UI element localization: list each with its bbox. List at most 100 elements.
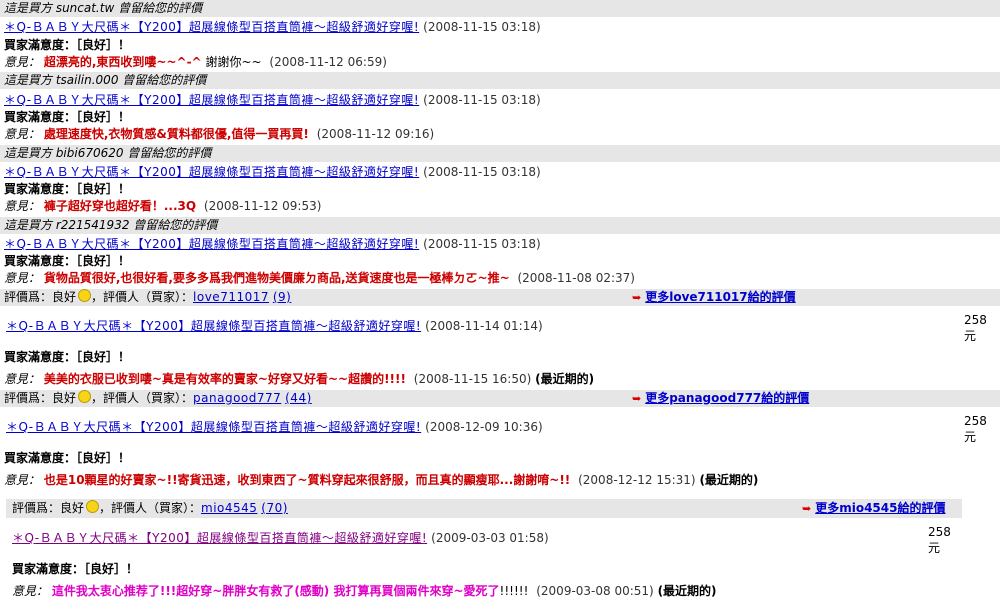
- recent-label: (最近期的): [699, 473, 759, 487]
- buyer-notice: 這是買方 suncat.tw 曾留給您的評價: [0, 0, 1000, 17]
- opinion-text: 這件我太衷心推荐了!!!超好穿~胖胖女有救了(感動) 我打算再買個兩件來穿~愛死…: [51, 584, 500, 598]
- opinion-row: 意見： 處理速度快,衣物質感&質料都很優,值得一買再買! (2008-11-12…: [0, 126, 434, 143]
- rater-label: ，評價人（買家）：: [99, 501, 202, 515]
- price-value: 258: [928, 525, 951, 539]
- price: 258 元: [964, 312, 987, 344]
- opinion-date: (2009-03-08 00:51): [536, 584, 654, 598]
- opinion-row: 意見： 美美的衣服已收到嘍~真是有效率的賣家~好穿又好看~~超讚的!!!! (2…: [0, 371, 594, 388]
- more-ratings[interactable]: ➥ 更多love711017給的評價: [632, 289, 796, 306]
- product-row: ＊Q-ＢＡＢＹ大尺碼＊【Y200】超展線條型百搭直筒褲～超級舒適好穿喔! (200…: [0, 19, 541, 36]
- arrow-icon: ➥: [802, 502, 812, 515]
- rating-bar: 評價爲：良好 ，評價人（買家）：panagood777 (44): [0, 390, 1000, 407]
- more-ratings-link[interactable]: 更多mio4545給的評價: [815, 501, 945, 515]
- satisfaction: 買家滿意度：［良好］！: [4, 451, 131, 465]
- more-ratings[interactable]: ➥ 更多mio4545給的評價: [802, 500, 945, 517]
- product-link[interactable]: ＊Q-ＢＡＢＹ大尺碼＊【Y200】超展線條型百搭直筒褲～超級舒適好穿喔!: [6, 420, 421, 434]
- rater-count-link[interactable]: (70): [261, 501, 288, 515]
- rater-count-link[interactable]: (44): [285, 391, 312, 405]
- smiley-icon: [78, 289, 92, 302]
- satisfaction: 買家滿意度：［良好］！: [4, 350, 131, 364]
- item-date: (2008-11-15 03:18): [423, 93, 541, 107]
- satisfaction: 買家滿意度：［良好］！: [12, 562, 139, 576]
- price: 258 元: [928, 524, 951, 556]
- rating-label: 評價爲：良好: [4, 290, 77, 304]
- opinion-text: 也是10顆星的好賣家~!!寄貨迅速，收到東西了~質料穿起來很舒服，而且真的顯瘦耶…: [43, 473, 571, 487]
- price-value: 258: [964, 414, 987, 428]
- more-ratings-link[interactable]: 更多panagood777給的評價: [645, 391, 809, 405]
- opinion-text: 處理速度快,衣物質感&質料都很優,值得一買再買!: [43, 127, 309, 141]
- opinion-row: 意見： 超漂亮的,東西收到嘍~~^-^ 謝謝你~~ (2008-11-12 06…: [0, 54, 387, 71]
- item-date: (2008-11-15 03:18): [423, 20, 541, 34]
- rater-count-link[interactable]: (9): [273, 290, 292, 304]
- product-link[interactable]: ＊Q-ＢＡＢＹ大尺碼＊【Y200】超展線條型百搭直筒褲～超級舒適好穿喔!: [6, 319, 421, 333]
- product-row: ＊Q-ＢＡＢＹ大尺碼＊【Y200】超展線條型百搭直筒褲～超級舒適好穿喔! (200…: [0, 92, 541, 109]
- satisfaction: 買家滿意度：［良好］！: [4, 254, 131, 268]
- more-ratings[interactable]: ➥ 更多panagood777給的評價: [632, 390, 809, 407]
- item-date: (2008-11-14 01:14): [425, 319, 543, 333]
- product-row: ＊Q-ＢＡＢＹ大尺碼＊【Y200】超展線條型百搭直筒褲～超級舒適好穿喔! (200…: [0, 236, 541, 253]
- opinion-label: 意見：: [12, 584, 49, 598]
- price-unit: 元: [928, 541, 941, 555]
- product-link[interactable]: ＊Q-ＢＡＢＹ大尺碼＊【Y200】超展線條型百搭直筒褲～超級舒適好穿喔!: [12, 531, 427, 545]
- product-link[interactable]: ＊Q-ＢＡＢＹ大尺碼＊【Y200】超展線條型百搭直筒褲～超級舒適好穿喔!: [4, 165, 419, 179]
- opinion-date: (2008-11-15 16:50): [413, 372, 532, 386]
- product-row: ＊Q-ＢＡＢＹ大尺碼＊【Y200】超展線條型百搭直筒褲～超級舒適好穿喔! (200…: [0, 164, 541, 181]
- price-value: 258: [964, 313, 987, 327]
- rater-link[interactable]: panagood777: [193, 391, 281, 405]
- item-date: (2008-11-15 03:18): [423, 237, 541, 251]
- recent-label: (最近期的): [657, 584, 717, 598]
- item-date: (2009-03-03 01:58): [431, 531, 549, 545]
- rater-label: ，評價人（買家）：: [91, 391, 194, 405]
- opinion-date: (2008-11-12 09:16): [316, 127, 435, 141]
- opinion-row: 意見： 這件我太衷心推荐了!!!超好穿~胖胖女有救了(感動) 我打算再買個兩件來…: [0, 583, 717, 600]
- rater-link[interactable]: mio4545: [201, 501, 257, 515]
- opinion-extra: !!!!!!: [499, 584, 529, 598]
- price-unit: 元: [964, 329, 977, 343]
- opinion-text: 超漂亮的,東西收到嘍~~^-^: [43, 55, 202, 69]
- smiley-icon: [86, 500, 100, 513]
- product-link[interactable]: ＊Q-ＢＡＢＹ大尺碼＊【Y200】超展線條型百搭直筒褲～超級舒適好穿喔!: [4, 237, 419, 251]
- price-unit: 元: [964, 430, 977, 444]
- opinion-date: (2008-12-12 15:31): [578, 473, 696, 487]
- rating-label: 評價爲：良好: [12, 501, 85, 515]
- product-link[interactable]: ＊Q-ＢＡＢＹ大尺碼＊【Y200】超展線條型百搭直筒褲～超級舒適好穿喔!: [4, 93, 419, 107]
- opinion-row: 意見： 貨物品質很好,也很好看,要多多爲我們進物美價廉ㄉ商品,送貨速度也是一極棒…: [0, 270, 635, 287]
- buyer-notice: 這是買方 tsailin.000 曾留給您的評價: [0, 72, 1000, 89]
- opinion-date: (2008-11-12 06:59): [269, 55, 387, 69]
- satisfaction: 買家滿意度：［良好］！: [4, 38, 131, 52]
- rating-bar: 評價爲：良好 ，評價人（買家）：love711017 (9): [0, 289, 1000, 306]
- rating-label: 評價爲：良好: [4, 391, 77, 405]
- product-row: ＊Q-ＢＡＢＹ大尺碼＊【Y200】超展線條型百搭直筒褲～超級舒適好穿喔! (200…: [0, 530, 549, 547]
- opinion-date: (2008-11-08 02:37): [517, 271, 635, 285]
- opinion-row: 意見： 也是10顆星的好賣家~!!寄貨迅速，收到東西了~質料穿起來很舒服，而且真…: [0, 472, 758, 489]
- arrow-icon: ➥: [632, 291, 642, 304]
- satisfaction: 買家滿意度：［良好］！: [4, 110, 131, 124]
- opinion-label: 意見：: [4, 127, 41, 141]
- opinion-label: 意見：: [4, 55, 41, 69]
- opinion-label: 意見：: [4, 199, 41, 213]
- opinion-label: 意見：: [4, 473, 41, 487]
- smiley-icon: [78, 390, 92, 403]
- opinion-label: 意見：: [4, 271, 41, 285]
- more-ratings-link[interactable]: 更多love711017給的評價: [645, 290, 795, 304]
- product-row: ＊Q-ＢＡＢＹ大尺碼＊【Y200】超展線條型百搭直筒褲～超級舒適好穿喔! (200…: [0, 419, 543, 436]
- opinion-label: 意見：: [4, 372, 41, 386]
- product-link[interactable]: ＊Q-ＢＡＢＹ大尺碼＊【Y200】超展線條型百搭直筒褲～超級舒適好穿喔!: [4, 20, 419, 34]
- opinion-extra: 謝謝你~~: [205, 55, 262, 69]
- arrow-icon: ➥: [632, 392, 642, 405]
- item-date: (2008-12-09 10:36): [425, 420, 543, 434]
- item-date: (2008-11-15 03:18): [423, 165, 541, 179]
- opinion-text: 貨物品質很好,也很好看,要多多爲我們進物美價廉ㄉ商品,送貨速度也是一極棒ㄉㄛ~推…: [43, 271, 510, 285]
- recent-label: (最近期的): [535, 372, 595, 386]
- opinion-text: 美美的衣服已收到嘍~真是有效率的賣家~好穿又好看~~超讚的!!!!: [43, 372, 406, 386]
- buyer-notice: 這是買方 bibi670620 曾留給您的評價: [0, 145, 1000, 162]
- opinion-date: (2008-11-12 09:53): [203, 199, 322, 213]
- opinion-row: 意見： 褲子超好穿也超好看！...3Q (2008-11-12 09:53): [0, 198, 321, 215]
- price: 258 元: [964, 413, 987, 445]
- rater-label: ，評價人（買家）：: [91, 290, 194, 304]
- buyer-notice: 這是買方 r221541932 曾留給您的評價: [0, 217, 1000, 234]
- opinion-text: 褲子超好穿也超好看！...3Q: [43, 199, 197, 213]
- product-row: ＊Q-ＢＡＢＹ大尺碼＊【Y200】超展線條型百搭直筒褲～超級舒適好穿喔! (200…: [0, 318, 543, 335]
- rater-link[interactable]: love711017: [193, 290, 269, 304]
- satisfaction: 買家滿意度：［良好］！: [4, 182, 131, 196]
